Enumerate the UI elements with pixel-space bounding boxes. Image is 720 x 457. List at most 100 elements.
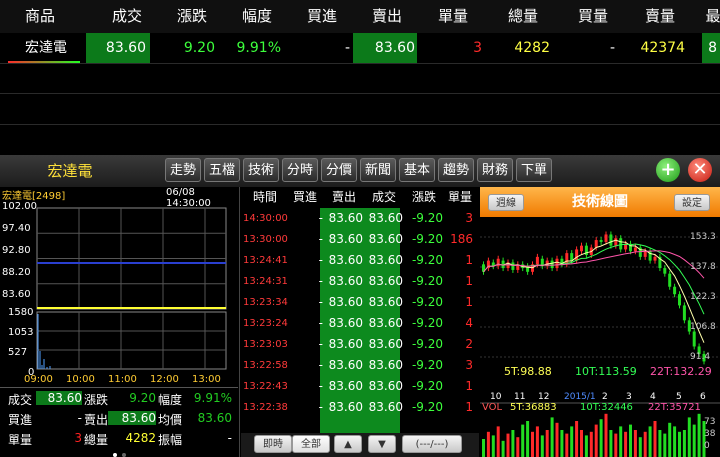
tab-6[interactable]: 基本	[399, 158, 435, 182]
technical-volume-bar	[560, 430, 564, 457]
quote-row[interactable]: 宏達電 83.60 9.20 9.91% - 83.60 3 4282 - 42374 8	[0, 33, 720, 63]
tab-1[interactable]: 五檔	[204, 158, 240, 182]
tick-cell: -	[318, 358, 323, 372]
technical-volume-tick: 0	[704, 441, 710, 451]
candle-body	[511, 262, 515, 270]
tick-cell: 186	[450, 232, 473, 246]
tab-2[interactable]: 技術	[243, 158, 279, 182]
plus-icon[interactable]: +	[656, 158, 680, 182]
stat-value: 83.60	[197, 411, 232, 425]
time-tick: 10:00	[66, 374, 95, 385]
price-tick: 88.20	[2, 267, 31, 278]
tick-col-header[interactable]: 漲跌	[405, 187, 443, 208]
quote-volume: 4282	[514, 40, 550, 56]
volume-area	[36, 311, 227, 370]
quote-ask: 83.60	[374, 40, 415, 56]
quote-col-header[interactable]: 最	[698, 0, 720, 33]
quote-col-header[interactable]: 成交	[92, 0, 162, 33]
technical-volume-bar	[594, 424, 598, 457]
tick-cell: 83.60	[368, 295, 403, 309]
technical-volume-bar	[565, 433, 569, 457]
technical-volume-bar	[575, 421, 579, 457]
month-tick: 5	[676, 392, 682, 402]
tab-4[interactable]: 分價	[321, 158, 357, 182]
tick-row[interactable]: 13:22:38-83.60 83.60 -9.20 1	[241, 397, 479, 418]
tick-col-header[interactable]: 賣出	[325, 187, 363, 208]
tick-col-header[interactable]: 買進	[287, 187, 323, 208]
tick-cell: -	[318, 232, 323, 246]
tick-row[interactable]: 13:30:00-83.60 83.60 -9.20 186	[241, 229, 479, 250]
technical-price-tick: 122.3	[690, 292, 716, 302]
weekly-button[interactable]: 週線	[488, 194, 524, 211]
tab-5[interactable]: 新聞	[360, 158, 396, 182]
realtime-button[interactable]: 即時	[254, 435, 292, 453]
settings-button[interactable]: 設定	[674, 194, 710, 211]
all-button[interactable]: 全部	[292, 435, 330, 453]
quote-price: 83.60	[105, 40, 146, 56]
tick-row[interactable]: 13:23:03-83.60 83.60 -9.20 2	[241, 334, 479, 355]
tick-cell: 1	[465, 379, 473, 393]
tick-row[interactable]: 13:22:43-83.60 83.60 -9.20 1	[241, 376, 479, 397]
tick-cell: 13:23:34	[243, 297, 288, 308]
tick-cell: -	[318, 253, 323, 267]
page-down-button[interactable]: ▼	[368, 435, 396, 453]
tab-8[interactable]: 財務	[477, 158, 513, 182]
volume-ma-label: 10T:32446	[580, 402, 633, 413]
tick-cell: 83.60	[328, 274, 363, 288]
quote-col-header[interactable]: 漲跌	[162, 0, 222, 33]
technical-volume-bar	[643, 431, 647, 457]
tick-cell: -9.20	[411, 358, 443, 372]
candle-body	[692, 331, 696, 347]
quote-col-header[interactable]: 幅度	[227, 0, 287, 33]
tab-0[interactable]: 走勢	[165, 158, 201, 182]
tick-row[interactable]: 13:23:24-83.60 83.60 -9.20 4	[241, 313, 479, 334]
tick-col-header[interactable]: 成交	[365, 187, 403, 208]
tick-col-header[interactable]: 單量	[447, 187, 473, 208]
candle-body	[594, 240, 598, 248]
stat-label: 振幅	[158, 433, 183, 447]
tick-cell: 3	[465, 211, 473, 225]
tab-7[interactable]: 趨勢	[438, 158, 474, 182]
technical-volume-bar	[506, 433, 510, 457]
paging-indicator: (---/---)	[402, 435, 462, 453]
tick-cell: -9.20	[411, 274, 443, 288]
tab-9[interactable]: 下單	[516, 158, 552, 182]
candle-body	[604, 234, 608, 242]
tick-cell: 83.60	[368, 379, 403, 393]
quote-col-header[interactable]: 賣量	[630, 0, 690, 33]
page-up-button[interactable]: ▲	[334, 435, 362, 453]
quote-col-header[interactable]: 總量	[493, 0, 553, 33]
candle-body	[663, 268, 667, 274]
quote-pct: 9.91%	[236, 40, 281, 56]
tick-cell: 83.60	[328, 253, 363, 267]
volume-ma-label: 5T:36883	[510, 402, 557, 413]
candle-body	[682, 305, 686, 321]
technical-volume-bar	[516, 437, 520, 457]
tick-row[interactable]: 13:24:31-83.60 83.60 -9.20 1	[241, 271, 479, 292]
quote-col-header[interactable]: 單量	[428, 0, 478, 33]
intraday-panel: 宏達電[2498] 06/08 14:30:00 102.00 97.40 92.8…	[0, 187, 240, 457]
tab-3[interactable]: 分時	[282, 158, 318, 182]
tick-row[interactable]: 13:24:41-83.60 83.60 -9.20 1	[241, 250, 479, 271]
quote-col-header[interactable]: 買量	[563, 0, 623, 33]
technical-volume-bar	[663, 433, 667, 457]
technical-volume-tick: 73	[704, 417, 716, 427]
tick-row[interactable]: 13:23:34-83.60 83.60 -9.20 1	[241, 292, 479, 313]
quote-divider	[0, 124, 720, 125]
tick-cell: 13:24:31	[243, 276, 288, 287]
tick-col-header[interactable]: 時間	[245, 187, 285, 208]
tick-row[interactable]: 14:30:00-83.60 83.60 -9.20 3	[241, 208, 479, 229]
quote-col-header[interactable]: 商品	[5, 0, 75, 33]
quote-col-header[interactable]: 賣出	[357, 0, 417, 33]
candle-body	[570, 253, 574, 261]
technical-volume-bar	[604, 413, 608, 457]
stat-label: 買進	[8, 413, 33, 427]
close-icon[interactable]: ✕	[688, 158, 712, 182]
technical-volume-bar	[609, 430, 613, 457]
tick-cell: 13:22:58	[243, 360, 288, 371]
month-tick: 6	[700, 392, 706, 402]
quote-col-header[interactable]: 買進	[292, 0, 352, 33]
technical-price-tick: 91.4	[690, 352, 711, 362]
tick-cell: -	[318, 337, 323, 351]
tick-row[interactable]: 13:22:58-83.60 83.60 -9.20 3	[241, 355, 479, 376]
